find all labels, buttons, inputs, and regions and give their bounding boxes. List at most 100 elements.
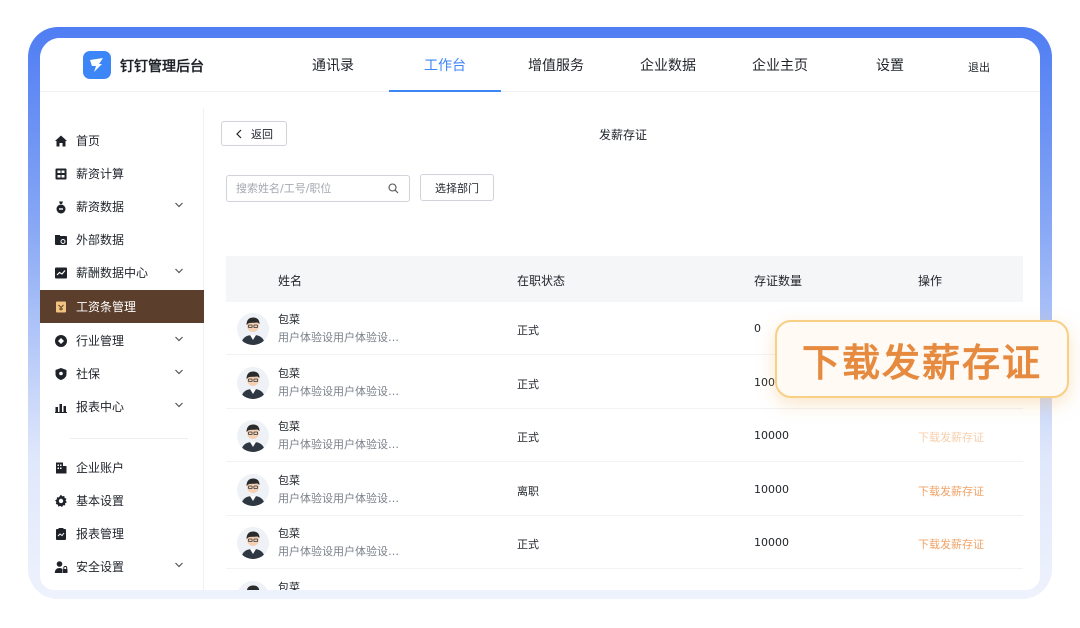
back-button-label: 返回 bbox=[251, 127, 273, 141]
sidebar-divider bbox=[70, 438, 188, 439]
employment-status: 离职 bbox=[517, 484, 539, 498]
nav-workbench[interactable]: 工作台 bbox=[389, 38, 501, 92]
chevron-down-icon[interactable] bbox=[174, 400, 184, 410]
certificate-count: 10000 bbox=[754, 482, 789, 496]
sidebar-item-social-security[interactable]: 社保 bbox=[40, 357, 204, 390]
column-header-action: 操作 bbox=[918, 274, 943, 288]
column-header-count: 存证数量 bbox=[754, 274, 803, 288]
sidebar-item-industry[interactable]: 行业管理 bbox=[40, 324, 204, 357]
table-header: 姓名 在职状态 存证数量 操作 bbox=[226, 256, 1023, 302]
sidebar-item-security-settings[interactable]: 安全设置 bbox=[40, 550, 204, 583]
building-icon bbox=[56, 462, 67, 473]
nav-value-added[interactable]: 增值服务 bbox=[521, 38, 591, 92]
page-title: 发薪存证 bbox=[599, 128, 648, 142]
chevron-down-icon[interactable] bbox=[174, 266, 184, 276]
top-navbar: 钉钉管理后台 通讯录 工作台 增值服务 企业数据 企业主页 设置 退出 bbox=[40, 38, 1040, 92]
chevron-left-icon bbox=[236, 129, 242, 138]
sidebar: 首页 薪资计算 薪资数据 外部数据 薪酬数据中心 工资条管理 行业管理 社保 报… bbox=[40, 108, 204, 590]
gear-icon bbox=[55, 494, 67, 507]
certificate-count: 10000 bbox=[754, 429, 789, 442]
clipboard-icon bbox=[56, 527, 66, 540]
download-certificate-link[interactable]: 下载发薪存证 bbox=[918, 483, 984, 499]
avatar[interactable] bbox=[237, 527, 269, 559]
employee-department: 用户体验设用户体验设计部 bbox=[278, 491, 408, 505]
employee-name: 包菜 bbox=[278, 580, 300, 591]
column-header-status: 在职状态 bbox=[517, 274, 566, 288]
nav-settings[interactable]: 设置 bbox=[865, 38, 915, 92]
dingtalk-logo-icon[interactable] bbox=[83, 51, 111, 79]
shield-icon bbox=[55, 367, 67, 380]
avatar[interactable] bbox=[237, 473, 269, 506]
avatar[interactable] bbox=[237, 580, 269, 590]
chevron-down-icon[interactable] bbox=[174, 367, 184, 377]
app-window: 钉钉管理后台 通讯录 工作台 增值服务 企业数据 企业主页 设置 退出 首页 薪… bbox=[40, 38, 1040, 590]
download-certificate-link[interactable]: 下载发薪存证 bbox=[918, 536, 984, 552]
employee-name: 包菜 bbox=[278, 420, 300, 433]
employee-department: 用户体验设用户体验设计部 bbox=[278, 545, 408, 558]
sidebar-item-label: 薪资计算 bbox=[76, 167, 125, 181]
avatar[interactable] bbox=[237, 420, 269, 452]
certificate-count: 10000 bbox=[754, 536, 789, 549]
sidebar-item-label: 首页 bbox=[76, 134, 101, 148]
search-icon[interactable] bbox=[388, 183, 399, 194]
sidebar-item-external-data[interactable]: 外部数据 bbox=[40, 223, 204, 256]
logout-link[interactable]: 退出 bbox=[968, 59, 990, 75]
sidebar-item-label: 薪酬数据中心 bbox=[76, 266, 149, 280]
employment-status: 正式 bbox=[517, 324, 539, 337]
table-row: 包菜用户体验设用户体验设计部 正式 10000 下载发薪存证 bbox=[226, 409, 1023, 462]
sidebar-item-label: 报表管理 bbox=[76, 527, 125, 541]
nav-contacts[interactable]: 通讯录 bbox=[300, 38, 366, 92]
sidebar-item-compensation-center[interactable]: 薪酬数据中心 bbox=[40, 256, 204, 289]
industry-icon bbox=[55, 334, 67, 347]
back-button[interactable]: 返回 bbox=[221, 121, 287, 146]
sidebar-item-report-management[interactable]: 报表管理 bbox=[40, 517, 204, 550]
table-row: 包菜用户体验设用户体验设计部 正式 10000 下载发薪存证 bbox=[226, 516, 1023, 569]
certificate-count: 10000 bbox=[754, 590, 789, 591]
home-icon bbox=[55, 135, 67, 146]
nav-enterprise-home[interactable]: 企业主页 bbox=[745, 38, 815, 92]
chevron-down-icon[interactable] bbox=[174, 560, 184, 570]
employment-status: 正式 bbox=[517, 590, 539, 591]
sidebar-item-label: 报表中心 bbox=[76, 400, 125, 414]
table-row: 包菜用户体验设用户体验设计部 离职 10000 下载发薪存证 bbox=[226, 463, 1023, 516]
sidebar-item-report-center[interactable]: 报表中心 bbox=[40, 390, 204, 423]
search-box bbox=[226, 175, 410, 202]
trend-chart-icon bbox=[55, 267, 67, 278]
download-certificate-link[interactable]: 下载发薪存证 bbox=[918, 429, 984, 445]
money-bag-icon bbox=[56, 201, 66, 213]
sidebar-item-basic-settings[interactable]: 基本设置 bbox=[40, 484, 204, 517]
sidebar-item-label: 薪资数据 bbox=[76, 200, 125, 214]
sidebar-item-label: 外部数据 bbox=[76, 233, 125, 247]
download-certificate-link[interactable]: 下载发薪存证 bbox=[918, 590, 984, 591]
sidebar-item-label: 行业管理 bbox=[76, 334, 125, 348]
brand-title: 钉钉管理后台 bbox=[120, 59, 204, 75]
employee-department: 用户体验设用户体验设计部 bbox=[278, 438, 408, 451]
sidebar-item-label: 安全设置 bbox=[76, 560, 125, 574]
select-department-button[interactable]: 选择部门 bbox=[420, 174, 494, 201]
employment-status: 正式 bbox=[517, 538, 539, 551]
nav-enterprise-data[interactable]: 企业数据 bbox=[633, 38, 703, 92]
user-lock-icon bbox=[54, 560, 68, 573]
employee-department: 用户体验设用户体验设计部 bbox=[278, 384, 408, 398]
sidebar-item-payslip-management[interactable]: 工资条管理 bbox=[40, 290, 204, 323]
sidebar-item-enterprise-account[interactable]: 企业账户 bbox=[40, 451, 204, 484]
sidebar-item-label: 社保 bbox=[76, 367, 101, 381]
sidebar-item-salary-data[interactable]: 薪资数据 bbox=[40, 190, 204, 223]
avatar[interactable] bbox=[237, 313, 269, 345]
employee-name: 包菜 bbox=[278, 473, 300, 487]
sidebar-item-label: 工资条管理 bbox=[76, 300, 137, 314]
sidebar-item-home[interactable]: 首页 bbox=[40, 124, 204, 157]
sidebar-item-label: 企业账户 bbox=[76, 461, 125, 475]
employment-status: 正式 bbox=[517, 377, 539, 391]
sidebar-item-salary-calc[interactable]: 薪资计算 bbox=[40, 157, 204, 190]
table-row: 包菜用户体验设用户体验设计部正式10000下载发薪存证 bbox=[226, 570, 1023, 591]
sidebar-item-label: 基本设置 bbox=[76, 494, 125, 508]
column-header-name: 姓名 bbox=[278, 274, 303, 288]
search-input[interactable] bbox=[236, 176, 386, 201]
employee-name: 包菜 bbox=[278, 527, 300, 540]
employment-status: 正式 bbox=[517, 431, 539, 444]
avatar[interactable] bbox=[237, 366, 269, 399]
chevron-down-icon[interactable] bbox=[174, 200, 184, 210]
callout-text: 下载发薪存证 bbox=[801, 340, 1042, 385]
chevron-down-icon[interactable] bbox=[174, 334, 184, 344]
